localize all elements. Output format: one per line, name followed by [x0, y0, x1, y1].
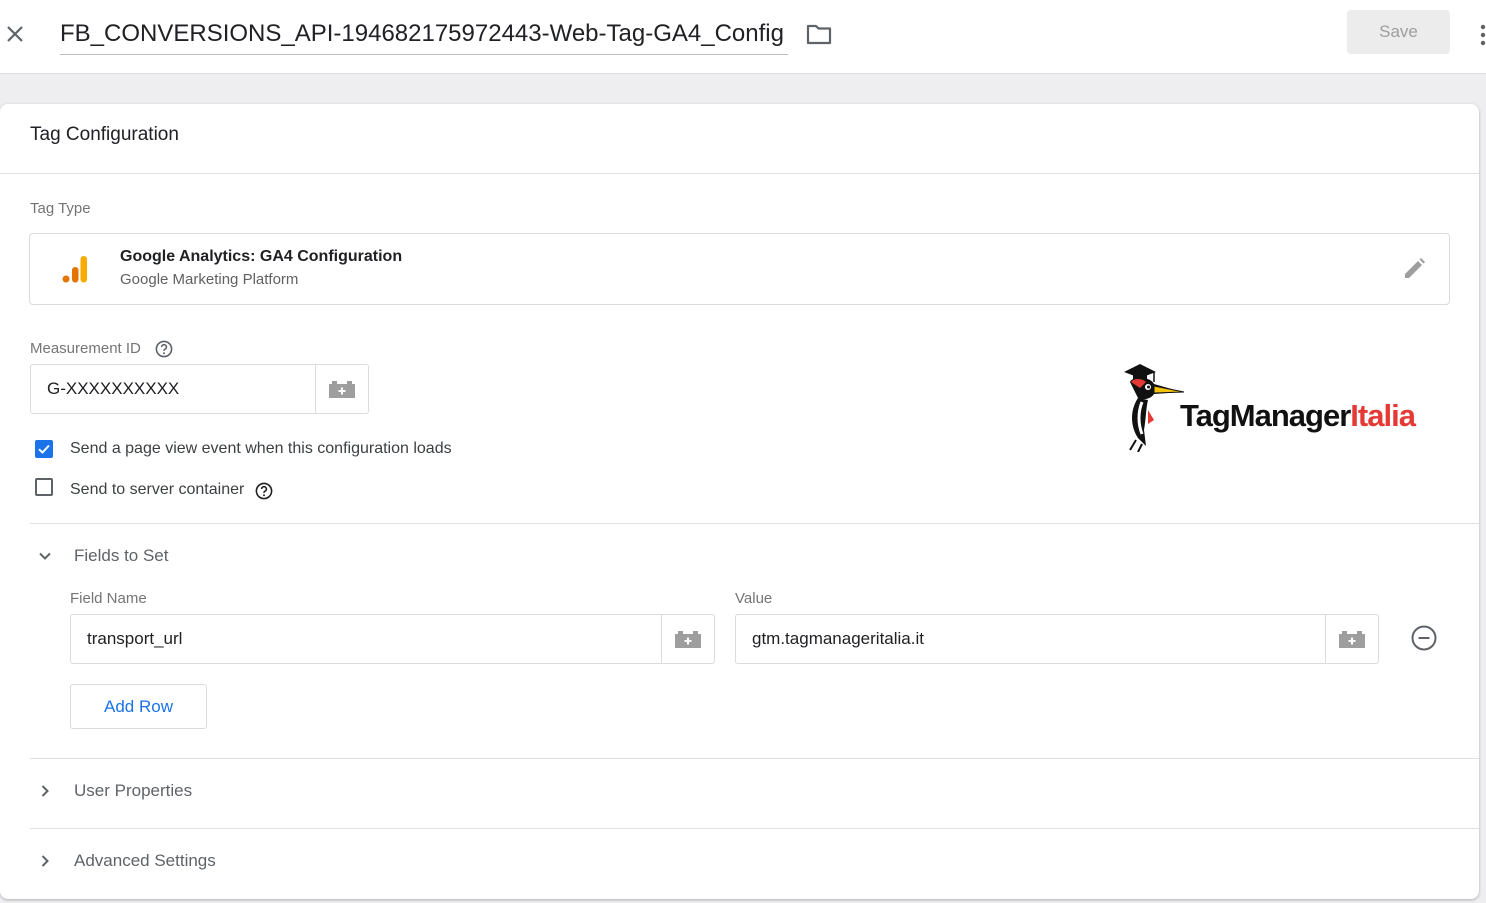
fields-to-set-label: Fields to Set — [74, 546, 169, 565]
pencil-icon[interactable] — [1401, 256, 1427, 282]
page-view-checkbox[interactable] — [35, 440, 53, 458]
tagmanageritalia-logo: TagManagerItalia — [1120, 358, 1440, 454]
server-container-checkbox[interactable] — [35, 478, 53, 496]
tag-type-label: Tag Type — [30, 200, 91, 217]
divider — [30, 523, 1479, 524]
divider — [30, 758, 1479, 759]
value-header: Value — [735, 590, 773, 607]
user-properties-toggle[interactable]: User Properties — [30, 777, 250, 807]
top-bar: FB_CONVERSIONS_API-194682175972443-Web-T… — [0, 0, 1486, 74]
help-icon[interactable] — [155, 340, 173, 358]
chevron-down-icon — [39, 552, 51, 560]
tag-name-input[interactable]: FB_CONVERSIONS_API-194682175972443-Web-T… — [60, 14, 788, 55]
fields-to-set-toggle[interactable]: Fields to Set — [30, 542, 230, 572]
field-value-value: gtm.tagmanageritalia.it — [752, 629, 924, 648]
measurement-id-value: G-XXXXXXXXXX — [47, 379, 180, 398]
page-view-checkbox-label: Send a page view event when this configu… — [70, 440, 452, 457]
advanced-settings-label: Advanced Settings — [74, 851, 216, 870]
variable-icon — [675, 631, 701, 648]
close-icon[interactable] — [3, 22, 27, 46]
folder-icon[interactable] — [805, 21, 833, 47]
logo-text-accent: Italia — [1350, 398, 1416, 433]
tag-type-platform: Google Marketing Platform — [120, 271, 299, 288]
variable-picker-button[interactable] — [315, 365, 368, 413]
user-properties-label: User Properties — [74, 781, 193, 800]
variable-picker-button[interactable] — [1325, 615, 1378, 663]
server-container-checkbox-label: Send to server container — [70, 481, 245, 498]
variable-icon — [1339, 631, 1365, 648]
analytics-icon — [62, 254, 88, 284]
advanced-settings-toggle[interactable]: Advanced Settings — [30, 847, 270, 877]
field-name-value: transport_url — [87, 629, 183, 648]
divider — [0, 173, 1479, 174]
logo-text-main: TagManager — [1180, 398, 1351, 433]
field-value-input[interactable]: gtm.tagmanageritalia.it — [735, 614, 1379, 664]
add-row-button[interactable]: Add Row — [70, 684, 207, 729]
divider — [30, 828, 1479, 829]
measurement-id-label: Measurement ID — [30, 340, 141, 357]
field-name-input[interactable]: transport_url — [70, 614, 715, 664]
variable-picker-button[interactable] — [661, 615, 714, 663]
help-icon[interactable] — [255, 482, 273, 500]
save-button[interactable]: Save — [1347, 10, 1450, 54]
tag-type-name: Google Analytics: GA4 Configuration — [120, 248, 403, 265]
woodpecker-logo-icon — [1124, 364, 1185, 452]
measurement-id-field[interactable]: G-XXXXXXXXXX — [30, 364, 369, 414]
remove-row-icon[interactable] — [1410, 624, 1438, 652]
tag-type-selector[interactable]: Google Analytics: GA4 Configuration Goog… — [29, 233, 1450, 305]
field-name-header: Field Name — [70, 590, 147, 607]
more-vert-icon[interactable] — [1476, 22, 1486, 48]
tag-configuration-card: Tag Configuration Tag Type Google Analyt… — [0, 104, 1479, 899]
logo-text: TagManagerItalia — [1180, 398, 1416, 434]
variable-icon — [329, 381, 355, 398]
chevron-right-icon — [41, 855, 49, 867]
chevron-right-icon — [41, 785, 49, 797]
card-title: Tag Configuration — [30, 124, 179, 145]
